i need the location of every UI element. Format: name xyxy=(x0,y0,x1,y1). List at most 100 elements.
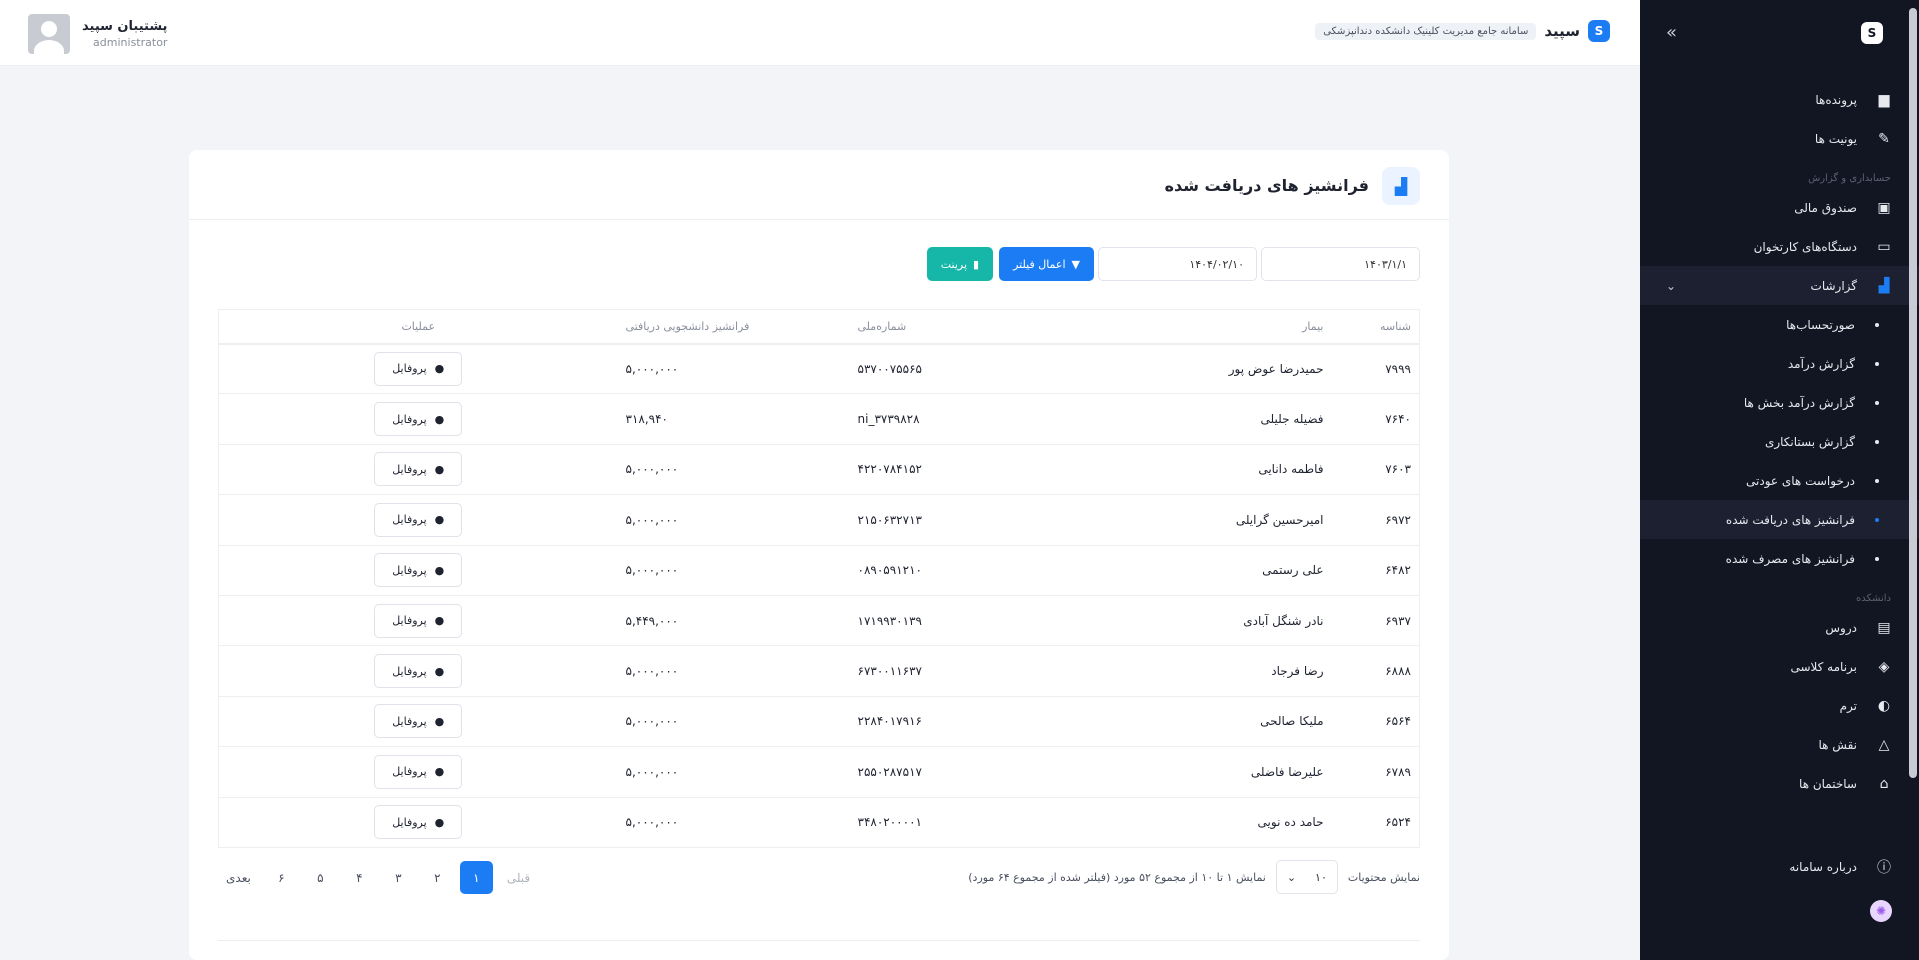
header-patient[interactable]: بیمار xyxy=(1081,309,1332,345)
cell-patient: رضا فرجاد xyxy=(1081,645,1332,697)
page-2-button[interactable]: ۲ xyxy=(421,861,454,894)
profile-button[interactable]: ● پروفایل xyxy=(374,805,463,840)
page-6-button[interactable]: ۶ xyxy=(265,861,298,894)
pagination-info: نمایش محتویات ۱۰ ⌄ نمایش ۱ تا ۱۰ از مجمو… xyxy=(968,860,1420,894)
sidebar-item-roles[interactable]: △ نقش ها xyxy=(1640,725,1919,764)
page-size-select[interactable]: ۱۰ ⌄ xyxy=(1275,860,1338,894)
profile-label: پروفایل xyxy=(392,462,427,476)
from-date-input[interactable] xyxy=(1261,247,1420,281)
sidebar-sub-used-franchise[interactable]: فرانشیز های مصرف شده xyxy=(1640,539,1919,578)
cell-patient: ملیکا صالحی xyxy=(1081,696,1332,748)
sidebar-sub-label: فرانشیز های مصرف شده xyxy=(1725,551,1855,566)
sidebar-item-label: برنامه کلاسی xyxy=(1790,659,1857,674)
sidebar-item-courses[interactable]: ▤ دروس xyxy=(1640,608,1919,647)
profile-button[interactable]: ● پروفایل xyxy=(374,502,463,537)
page-5-button[interactable]: ۵ xyxy=(304,861,337,894)
user-icon: ● xyxy=(434,462,445,476)
layers-icon: ◈ xyxy=(1878,658,1890,675)
profile-button[interactable]: ● پروفایل xyxy=(374,402,463,437)
cell-national-id: ۳۴۸۰۲۰۰۰۰۱ xyxy=(849,797,1082,848)
table-row: ۶۸۸۸ رضا فرجاد ۶۷۳۰۰۱۱۶۳۷ ۵,۰۰۰,۰۰۰ ● پروفایل xyxy=(218,645,1420,697)
next-page-button[interactable]: بعدی xyxy=(218,861,259,894)
page-4-button[interactable]: ۴ xyxy=(343,861,376,894)
sidebar-sub-income[interactable]: گزارش درآمد xyxy=(1640,344,1919,383)
brain-icon[interactable]: ✺ xyxy=(1870,900,1892,922)
page-size-value: ۱۰ xyxy=(1315,870,1327,884)
profile-button[interactable]: ● پروفایل xyxy=(374,654,463,689)
profile-button[interactable]: ● پروفایل xyxy=(374,553,463,588)
sidebar-item-files[interactable]: ▆ پرونده‌ها xyxy=(1640,80,1919,119)
sidebar-sub-income-sections[interactable]: گزارش درآمد بخش ها xyxy=(1640,383,1919,422)
cell-actions: ● پروفایل xyxy=(218,444,618,496)
sidebar-item-label: گزارشات xyxy=(1810,278,1857,293)
profile-button[interactable]: ● پروفایل xyxy=(374,351,463,386)
sidebar-sub-invoices[interactable]: صورتحساب‌ها xyxy=(1640,305,1919,344)
cell-actions: ● پروفایل xyxy=(218,494,618,546)
cell-actions: ● پروفایل xyxy=(218,746,618,798)
user-name: پشتیبان سپید xyxy=(82,19,168,34)
profile-button[interactable]: ● پروفایل xyxy=(374,754,463,789)
prev-page-button[interactable]: قبلی xyxy=(499,861,538,894)
sidebar-sub-label: درخواست های عودتی xyxy=(1746,473,1855,488)
cell-id: ۶۴۸۲ xyxy=(1331,545,1420,596)
cell-franchise: ۵,۰۰۰,۰۰۰ xyxy=(617,645,850,697)
sidebar-sub-refunds[interactable]: درخواست های عودتی xyxy=(1640,461,1919,500)
user-icon: ● xyxy=(434,765,445,779)
user-menu[interactable]: پشتیبان سپید administrator xyxy=(28,14,167,54)
header-franchise[interactable]: فرانشیز دانشجویی دریافتی xyxy=(617,309,850,345)
cell-national-id: ۲۲۸۴۰۱۷۹۱۶ xyxy=(849,696,1082,748)
sidebar-item-term[interactable]: ◐ ترم xyxy=(1640,686,1919,725)
page-1-button[interactable]: ۱ xyxy=(459,861,493,894)
user-icon: ● xyxy=(434,664,445,678)
apply-filter-button[interactable]: ▼ اعمال فیلتر xyxy=(999,247,1094,281)
sidebar-item-buildings[interactable]: ⌂ ساختمان ها xyxy=(1640,764,1919,803)
sidebar-item-label: ترم xyxy=(1839,698,1857,713)
sidebar-item-about[interactable]: ⓘ درباره سامانه xyxy=(1640,847,1919,886)
sidebar-item-schedule[interactable]: ◈ برنامه کلاسی xyxy=(1640,647,1919,686)
sidebar-sub-label: گزارش بستانکاری xyxy=(1764,434,1855,449)
brand[interactable]: S سپید سامانه جامع مدیریت کلینیک دانشکده… xyxy=(1315,20,1610,42)
sidebar-sub-label: فرانشیز های دریافت شده xyxy=(1725,512,1855,527)
profile-button[interactable]: ● پروفایل xyxy=(374,704,463,739)
cell-national-id: ۴۲۲۰۷۸۴۱۵۲ xyxy=(849,444,1082,496)
sidebar-sub-credit[interactable]: گزارش بستانکاری xyxy=(1640,422,1919,461)
records-info: نمایش ۱ تا ۱۰ از مجموع ۵۲ مورد (فیلتر شد… xyxy=(968,870,1266,884)
cell-national-id: ۲۱۵۰۶۳۲۷۱۳ xyxy=(849,494,1082,546)
sidebar-item-cashbox[interactable]: ▣ صندوق مالی xyxy=(1640,188,1919,227)
table-row: ۶۵۶۴ ملیکا صالحی ۲۲۸۴۰۱۷۹۱۶ ۵,۰۰۰,۰۰۰ ● پروفا… xyxy=(218,696,1420,748)
bullet-icon xyxy=(1875,322,1879,327)
avatar[interactable] xyxy=(28,14,70,54)
cell-national-id: ۵۳۷۰۰۷۵۵۶۵ xyxy=(849,343,1082,395)
collapse-sidebar-icon[interactable]: » xyxy=(1666,22,1677,43)
sidebar-item-reports[interactable]: ▟ گزارشات ⌄ xyxy=(1640,266,1919,305)
toggle-icon: ◐ xyxy=(1877,697,1891,714)
sidebar-logo-icon: S xyxy=(1861,22,1883,44)
page-3-button[interactable]: ۳ xyxy=(382,861,415,894)
user-icon: ● xyxy=(434,412,445,426)
cell-franchise: ۵,۰۰۰,۰۰۰ xyxy=(617,696,850,748)
profile-button[interactable]: ● پروفایل xyxy=(374,452,463,487)
sidebar-scrollbar[interactable] xyxy=(1909,8,1917,778)
sidebar-item-units[interactable]: ✎ یونیت ها xyxy=(1640,119,1919,158)
cell-actions: ● پروفایل xyxy=(218,696,618,748)
franchise-card: ▟ فرانشیز های دریافت شده ▼ اعمال فیلتر ▮… xyxy=(189,150,1449,960)
sidebar-item-card-readers[interactable]: ▭ دستگاه‌های کارتخوان xyxy=(1640,227,1919,266)
cell-id: ۶۵۶۴ xyxy=(1331,696,1420,748)
pagination: بعدی ۶ ۵ ۴ ۳ ۲ ۱ قبلی xyxy=(218,861,538,894)
filter-bar: ▼ اعمال فیلتر ▮ پرینت xyxy=(926,247,1420,281)
to-date-input[interactable] xyxy=(1098,247,1257,281)
cell-franchise: ۵,۰۰۰,۰۰۰ xyxy=(617,797,850,848)
sidebar-item-label: یونیت ها xyxy=(1814,131,1857,146)
header-id[interactable]: شناسه xyxy=(1331,309,1420,345)
cell-id: ۶۸۸۸ xyxy=(1331,645,1420,697)
sidebar-sub-received-franchise[interactable]: فرانشیز های دریافت شده xyxy=(1640,500,1919,539)
header-national-id[interactable]: شماره‌ملی xyxy=(849,309,1082,345)
cell-patient: فضیله جلیلی xyxy=(1081,393,1332,445)
cell-actions: ● پروفایل xyxy=(218,797,618,848)
profile-button[interactable]: ● پروفایل xyxy=(374,603,463,638)
cell-actions: ● پروفایل xyxy=(218,595,618,647)
tooth-tool-icon: ✎ xyxy=(1878,130,1890,147)
print-button[interactable]: ▮ پرینت xyxy=(926,247,994,281)
cell-franchise: ۵,۴۴۹,۰۰۰ xyxy=(617,595,850,647)
table-row: ۶۵۲۴ حامد ده نویی ۳۴۸۰۲۰۰۰۰۱ ۵,۰۰۰,۰۰۰ ● پروف… xyxy=(218,797,1420,848)
